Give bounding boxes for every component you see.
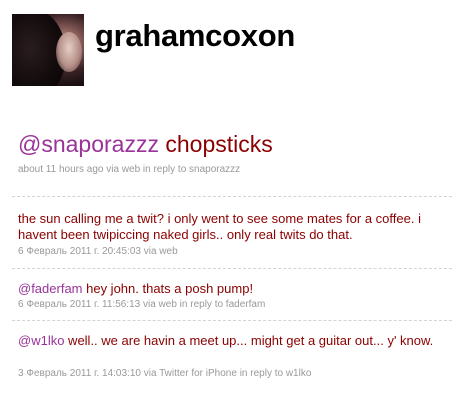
status-text: chopsticks xyxy=(158,131,273,157)
divider xyxy=(12,196,452,197)
tweet-body: hey john. thats a posh pump! xyxy=(82,281,254,296)
tweet-text: @w1lko well.. we are havin a meet up... … xyxy=(18,333,448,349)
divider xyxy=(12,268,452,269)
profile-username[interactable]: grahamcoxon xyxy=(95,18,295,54)
latest-status: @snaporazzz chopsticks xyxy=(18,131,448,157)
tweet-meta: 6 Февраль 2011 г. 20:45:03 via web xyxy=(18,246,178,257)
tweet-mention-link[interactable]: @w1lko xyxy=(18,333,64,348)
tweet-text: @faderfam hey john. thats a posh pump! xyxy=(18,281,448,297)
tweet-mention-link[interactable]: @faderfam xyxy=(18,281,83,296)
tweet-meta: 6 Февраль 2011 г. 11:56:13 via web in re… xyxy=(18,299,266,310)
tweet-text: the sun calling me a twit? i only went t… xyxy=(18,211,421,242)
profile-avatar[interactable] xyxy=(12,14,84,86)
status-meta: about 11 hours ago via web in reply to s… xyxy=(18,164,241,175)
tweet-meta: 3 Февраль 2011 г. 14:03:10 via Twitter f… xyxy=(18,368,312,379)
divider xyxy=(12,320,452,321)
tweet-body: well.. we are havin a meet up... might g… xyxy=(64,333,434,348)
status-mention-link[interactable]: @snaporazzz xyxy=(18,131,159,157)
avatar-face-shape xyxy=(56,32,82,72)
